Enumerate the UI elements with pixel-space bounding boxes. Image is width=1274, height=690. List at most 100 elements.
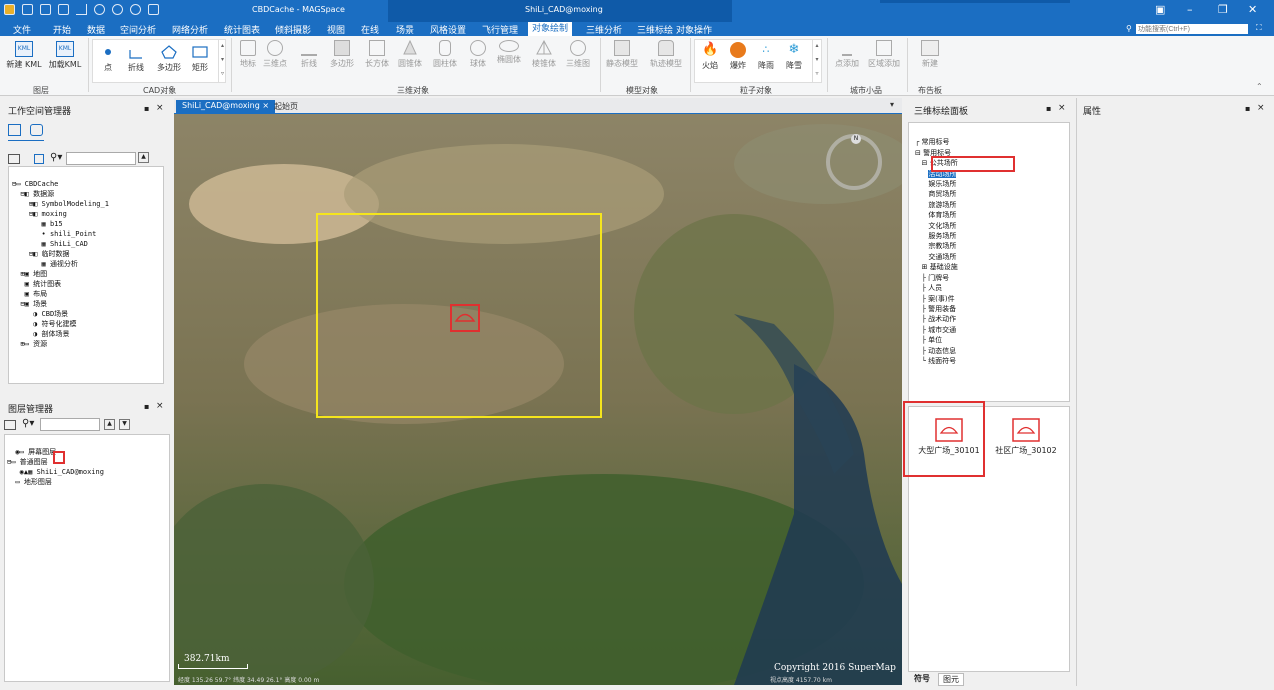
tree-house-number[interactable]: 门牌号 [928,274,949,282]
scene-view[interactable]: N 382.71km Copyright 2016 SuperMap 经度 13… [174,114,902,685]
workspace-icon[interactable] [8,124,21,136]
layer-tree-items[interactable]: ◉▭ 屏幕图层 ⊟▭ 普通图层 ◉▲▦ ShiLi_CAD@moxing ▭ 地… [7,437,104,497]
rain-button[interactable]: ∴ 降雨 [754,42,778,71]
tree-layouts[interactable]: 布局 [33,290,47,298]
layer-menu-icon[interactable] [4,420,16,430]
3d-point-button[interactable]: 三维点 [262,40,288,69]
tree-maps[interactable]: 地图 [33,270,47,278]
restore-icon[interactable]: ❐ [1218,3,1228,16]
tab-graphic-elements[interactable]: 图元 [938,673,964,686]
menu-flight-management[interactable]: 飞行管理 [482,23,518,36]
tree-commerce[interactable]: 商贸场所 [928,190,956,198]
static-model-button[interactable]: 静态模型 [605,40,639,69]
area-add-button[interactable]: 区域添加 [866,40,902,69]
menu-file[interactable]: 文件 [13,23,31,36]
menu-scene[interactable]: 场景 [396,23,414,36]
panel-close-icon[interactable]: × [1058,103,1066,113]
symbol-community-plaza[interactable]: 社区广场_30102 [989,417,1063,456]
tree-section-scene[interactable]: 剖体场景 [42,330,70,338]
tab-shili-cad[interactable]: ShiLi_CAD@moxing × [176,100,276,114]
tree-b15[interactable]: b15 [50,220,63,228]
ellipsoid-button[interactable]: 椭圆体 [496,40,522,65]
ribbon-options-icon[interactable]: ▣ [1155,3,1165,16]
open-icon[interactable] [40,4,51,15]
workspace-open-icon[interactable] [30,124,43,136]
billboard-new-button[interactable]: 新建 [915,40,945,69]
layer-shili-cad[interactable]: ShiLi_CAD@moxing [37,468,104,476]
3d-graphic-button[interactable]: 三维图 [564,40,592,69]
cad-rectangle-button[interactable]: 矩形 [188,44,212,73]
tab-symbols[interactable]: 符号 [914,673,930,684]
layer-down-icon[interactable]: ▼ [119,419,130,430]
tree-temp-data[interactable]: 临时数据 [42,250,70,258]
pointer-icon[interactable] [76,4,87,15]
expand-icon[interactable]: ⛶ [1256,23,1262,33]
menu-online[interactable]: 在线 [361,23,379,36]
panel-close-icon[interactable]: × [156,401,164,411]
minimize-icon[interactable]: – [1187,3,1193,16]
tree-visibility[interactable]: 通视分析 [50,260,78,268]
layer-terrain[interactable]: 地形图层 [24,478,52,486]
load-kml-button[interactable]: KML 加载KML [46,41,84,70]
layer-search-input[interactable] [40,418,100,431]
new-kml-button[interactable]: KML 新建 KML [6,41,42,70]
landmark-button[interactable]: 地标 [236,40,260,69]
menu-view[interactable]: 视图 [327,23,345,36]
menu-network-analysis[interactable]: 网络分析 [172,23,208,36]
menu-object-drawing[interactable]: 对象绘制 [528,22,573,36]
track-model-button[interactable]: 轨迹模型 [648,40,684,69]
tree-religion[interactable]: 宗教场所 [928,242,956,250]
pin-icon[interactable]: ▪ [144,104,149,113]
tree-city-traffic[interactable]: 城市交通 [928,326,956,334]
tab-start-page[interactable]: 起始页 [274,101,298,112]
tree-common-symbols[interactable]: 常用标号 [921,138,949,146]
search-tree-icon[interactable]: ⚲▾ [50,152,62,163]
tree-cbd-scene[interactable]: CBD场景 [42,310,69,318]
sphere-button[interactable]: 球体 [467,40,489,69]
tree-tourism[interactable]: 旅游场所 [928,201,956,209]
3d-polyline-button[interactable]: 折线 [298,40,320,69]
cad-point-button[interactable]: 点 [98,44,118,73]
tree-person[interactable]: 人员 [928,284,942,292]
menu-spatial-analysis[interactable]: 空间分析 [120,23,156,36]
tree-datasources[interactable]: 数据源 [33,190,54,198]
menu-3d-analysis[interactable]: 三维分析 [586,23,622,36]
workspace-menu-icon[interactable] [8,154,20,164]
full-extent-icon[interactable] [148,4,159,15]
cone-button[interactable]: 圆锥体 [397,40,423,69]
gallery-scroll[interactable]: ▴ ▾ ▿ [218,39,226,83]
tree-shili-cad[interactable]: ShiLi_CAD [50,240,88,248]
cylinder-button[interactable]: 圆柱体 [432,40,458,69]
zoom-out-icon[interactable] [130,4,141,15]
tree-service[interactable]: 服务场所 [928,232,956,240]
tree-moxing[interactable]: moxing [42,210,67,218]
cad-polyline-button[interactable]: 折线 [124,44,148,73]
explosion-button[interactable]: 爆炸 [726,42,750,71]
new-icon[interactable] [58,4,69,15]
tree-transport[interactable]: 交通场所 [928,253,956,261]
layer-screen[interactable]: 屏幕图层 [28,448,56,456]
menu-start[interactable]: 开始 [53,23,71,36]
3d-polygon-button[interactable]: 多边形 [327,40,357,69]
function-search-input[interactable] [1136,24,1248,34]
menu-oblique-photography[interactable]: 倾斜摄影 [275,23,311,36]
panel-close-icon[interactable]: × [156,103,164,113]
menu-style-settings[interactable]: 风格设置 [430,23,466,36]
pin-icon[interactable]: ▪ [1046,104,1051,113]
tree-scenes[interactable]: 场景 [33,300,47,308]
zoom-in-icon[interactable] [112,4,123,15]
tree-culture[interactable]: 文化场所 [928,222,956,230]
menu-statistics-chart[interactable]: 统计图表 [224,23,260,36]
panel-close-icon[interactable]: × [1257,103,1265,113]
tree-line-area-symbols[interactable]: 线面符号 [928,357,956,365]
tree-resources[interactable]: 资源 [33,340,47,348]
tree-sports[interactable]: 体育场所 [928,211,956,219]
menu-3d-plotting[interactable]: 三维标绘 [637,23,673,36]
refresh-icon[interactable] [94,4,105,15]
snow-button[interactable]: ❄ 降雪 [782,42,806,71]
plaza-symbol-marker[interactable] [450,304,480,332]
tab-dropdown-icon[interactable]: ▾ [890,100,894,109]
tree-unit[interactable]: 单位 [928,336,942,344]
tree-shili-point[interactable]: shili_Point [50,230,96,238]
tree-infrastructure[interactable]: 基础设施 [930,263,958,271]
